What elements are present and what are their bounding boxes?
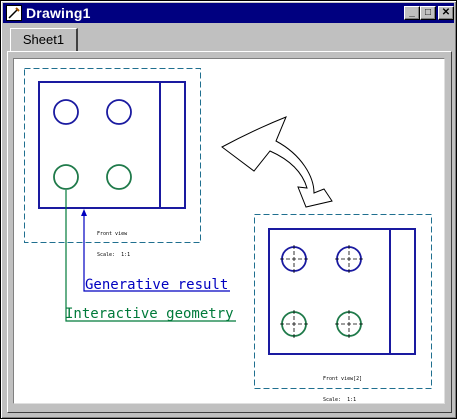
view1-name: Front view [97, 231, 128, 237]
close-icon: ✕ [441, 7, 451, 18]
view1-label: Front view Scale: 1:1 [97, 217, 130, 273]
view1-scale: Scale: 1:1 [97, 252, 131, 258]
view2-hole-bottom-right[interactable] [335, 310, 363, 338]
drawing-app-icon[interactable] [6, 5, 22, 21]
view2-hole-top-right[interactable] [335, 245, 363, 273]
maximize-button[interactable]: □ [420, 6, 436, 20]
generative-leader-arrowhead [81, 209, 87, 216]
tab-sheet1[interactable]: Sheet1 [10, 28, 78, 51]
generative-result-callout: Generative result [85, 277, 229, 293]
title-bar[interactable]: Drawing1 _ □ ✕ [3, 3, 454, 23]
view2-hole-top-left[interactable] [280, 245, 308, 273]
view2-name: Front view[2] [323, 376, 363, 382]
minimize-icon: _ [409, 7, 415, 18]
view1-hole-top-left[interactable] [53, 99, 79, 125]
maximize-icon: □ [424, 7, 432, 18]
transform-arrow-icon [221, 116, 333, 208]
interactive-leader [65, 190, 236, 322]
view1-hole-bottom-right[interactable] [106, 164, 132, 190]
view2-scale: Scale: 1:1 [323, 397, 357, 403]
minimize-button[interactable]: _ [404, 6, 420, 20]
view2-label: Front view[2] Scale: 1:1 [323, 362, 362, 418]
drawing-window: Drawing1 _ □ ✕ Sheet1 Front view Scale: … [0, 0, 457, 419]
view1-hole-top-right[interactable] [106, 99, 132, 125]
interactive-geometry-callout: Interactive geometry [65, 306, 234, 322]
view1-hole-bottom-left[interactable] [53, 164, 79, 190]
drawing-sheet[interactable]: Front view Scale: 1:1 Front view[2] Scal… [13, 58, 445, 404]
view2-hole-bottom-left[interactable] [280, 310, 308, 338]
drawing-canvas [24, 68, 432, 389]
close-button[interactable]: ✕ [438, 6, 454, 20]
window-title: Drawing1 [26, 5, 91, 21]
